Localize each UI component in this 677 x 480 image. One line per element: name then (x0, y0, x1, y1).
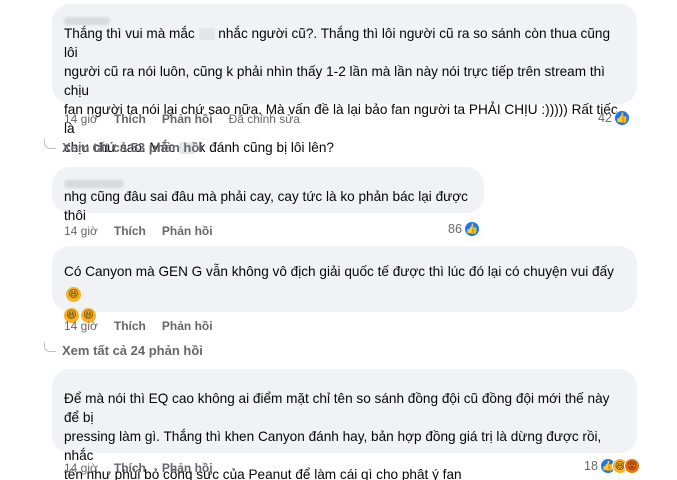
comment-time[interactable]: 14 giờ (64, 224, 98, 238)
comment-bubble: Để mà nói thì EQ cao không ai điểm mặt c… (52, 369, 637, 480)
comment-actions: 14 giờ Thích Phản hồi (64, 461, 229, 475)
like-icon: 👍 (463, 221, 480, 237)
like-icon: 👍 (613, 110, 630, 126)
reply-button[interactable]: Phản hồi (162, 461, 213, 475)
view-replies-link[interactable]: Xem tất cả 53 phản hồi (44, 138, 203, 155)
comment-actions: 14 giờ Thích Phản hồi (64, 319, 229, 333)
comment-time[interactable]: 14 giờ (64, 319, 98, 333)
comment-bubble: nhg cũng đâu sai đâu mà phải cay, cay tứ… (52, 167, 484, 223)
reaction-count: 42 (598, 111, 612, 125)
reaction-summary[interactable]: 42 👍 (598, 110, 630, 126)
comment-text: nhg cũng đâu sai đâu mà phải cay, cay tứ… (64, 189, 468, 223)
author-name-redacted[interactable] (64, 175, 472, 188)
edited-label[interactable]: Đã chỉnh sửa (229, 112, 300, 126)
author-name-redacted[interactable] (64, 377, 625, 389)
reply-button[interactable]: Phản hồi (162, 112, 213, 126)
like-button[interactable]: Thích (114, 224, 146, 238)
reaction-summary[interactable]: 86 👍 (448, 221, 480, 237)
comment-time[interactable]: 14 giờ (64, 461, 98, 475)
reaction-summary[interactable]: 18 👍 😆 😡 (584, 458, 640, 474)
reaction-count: 86 (448, 222, 462, 236)
like-button[interactable]: Thích (114, 319, 146, 333)
comment-time[interactable]: 14 giờ (64, 112, 98, 126)
reply-button[interactable]: Phản hồi (162, 319, 213, 333)
like-button[interactable]: Thích (114, 112, 146, 126)
comment-bubble: Có Canyon mà GEN G vẫn không vô địch giả… (52, 246, 637, 323)
angry-icon: 😡 (623, 458, 640, 474)
redacted-text (198, 28, 215, 41)
comment-text: Có Canyon mà GEN G vẫn không vô địch giả… (64, 264, 614, 323)
like-button[interactable]: Thích (114, 461, 146, 475)
comment-actions: 14 giờ Thích Phản hồi Đã chỉnh sửa (64, 112, 316, 126)
reply-button[interactable]: Phản hồi (162, 224, 213, 238)
comment-text: Thắng thì vui mà mắc nhắc người cũ?. Thắ… (64, 26, 618, 155)
laughing-emoji-icon: 😆 (66, 287, 81, 302)
author-name-redacted[interactable] (64, 12, 625, 25)
comment-actions: 14 giờ Thích Phản hồi (64, 224, 229, 238)
comment-bubble: Thắng thì vui mà mắc nhắc người cũ?. Thắ… (52, 4, 637, 155)
reply-connector-icon (44, 138, 56, 149)
view-replies-link[interactable]: Xem tất cả 24 phản hồi (44, 341, 203, 358)
reply-connector-icon (44, 341, 56, 352)
reaction-count: 18 (584, 459, 598, 473)
